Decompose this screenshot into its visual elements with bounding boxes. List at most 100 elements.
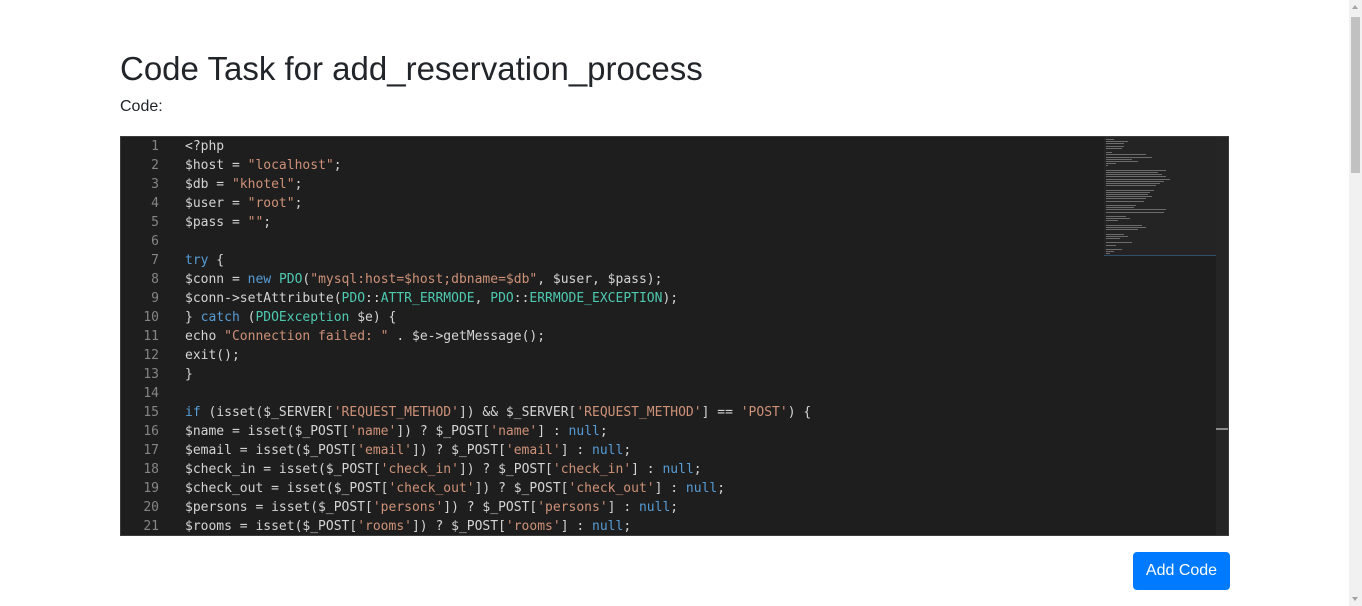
- code-token: "khotel": [231, 177, 295, 192]
- code-token: }: [185, 310, 201, 325]
- code-editor[interactable]: 1 <?php 2 $host = "localhost"; 3 $db = "khote…: [120, 136, 1229, 536]
- page-scrollbar-thumb[interactable]: [1351, 17, 1360, 173]
- code-line[interactable]: 18 $check_in = isset($_POST['check_in']) …: [121, 460, 1217, 479]
- code-line[interactable]: 19 $check_out = isset($_POST['check_out']…: [121, 479, 1217, 498]
- code-line[interactable]: 1 <?php: [121, 137, 1217, 156]
- code-text[interactable]: $user = "root";: [159, 194, 1217, 213]
- code-line[interactable]: 20 $persons = isset($_POST['persons']) ? …: [121, 498, 1217, 517]
- code-line[interactable]: 6: [121, 232, 1217, 251]
- code-line[interactable]: 4 $user = "root";: [121, 194, 1217, 213]
- code-token: );: [662, 291, 679, 306]
- minimap-line: [1106, 183, 1160, 184]
- minimap-line: [1106, 233, 1124, 235]
- code-token: ;: [717, 481, 726, 496]
- code-token: ] :: [537, 424, 569, 439]
- code-token: 'rooms': [505, 519, 561, 534]
- code-text[interactable]: $persons = isset($_POST['persons']) ? $_…: [159, 498, 1217, 517]
- minimap-line: [1106, 154, 1146, 156]
- page-scrollbar[interactable]: [1349, 0, 1362, 606]
- minimap-line: [1106, 147, 1122, 149]
- code-token: ] :: [560, 519, 593, 534]
- code-token: ;: [693, 462, 702, 477]
- code-token: 'check_out': [388, 481, 475, 496]
- code-text[interactable]: <?php: [159, 137, 1217, 156]
- code-token: (isset($_SERVER[: [200, 405, 334, 420]
- add-code-button[interactable]: Add Code: [1133, 552, 1230, 590]
- code-token: }: [185, 367, 193, 382]
- code-token: ]) ? $_POST[: [411, 443, 506, 458]
- minimap-line: [1106, 152, 1112, 154]
- code-line[interactable]: 7 try {: [121, 251, 1217, 270]
- code-text[interactable]: $host = "localhost";: [159, 156, 1217, 175]
- code-token: ]) ? $_POST[: [458, 462, 553, 477]
- code-lines[interactable]: 1 <?php 2 $host = "localhost"; 3 $db = "khote…: [121, 137, 1217, 535]
- code-token: if: [185, 405, 201, 420]
- code-text[interactable]: $name = isset($_POST['name']) ? $_POST['…: [159, 422, 1217, 441]
- line-number: 8: [151, 272, 159, 287]
- minimap-line: [1106, 145, 1124, 147]
- minimap-line: [1106, 169, 1166, 171]
- code-line[interactable]: 15 if (isset($_SERVER['REQUEST_METHOD']) …: [121, 403, 1217, 422]
- code-text[interactable]: echo "Connection failed: " . $e->getMess…: [159, 327, 1217, 346]
- code-text[interactable]: exit();: [159, 346, 1217, 365]
- code-text[interactable]: $conn = new PDO("mysql:host=$host;dbname…: [159, 270, 1217, 289]
- code-token: "Connection failed: ": [224, 329, 389, 344]
- editor-minimap[interactable]: [1104, 137, 1216, 256]
- code-text[interactable]: $rooms = isset($_POST['rooms']) ? $_POST…: [159, 517, 1217, 535]
- code-text[interactable]: [159, 232, 1217, 251]
- code-text[interactable]: } catch (PDOException $e) {: [159, 308, 1217, 327]
- line-number: 13: [143, 367, 159, 382]
- code-token: ] :: [560, 443, 593, 458]
- code-token: PDO: [341, 291, 366, 306]
- minimap-line: [1106, 165, 1108, 167]
- code-token: ]) && $_SERVER[: [458, 405, 577, 420]
- code-token: ::: [365, 291, 381, 306]
- code-text[interactable]: if (isset($_SERVER['REQUEST_METHOD']) &&…: [159, 403, 1217, 422]
- code-token: ;: [623, 519, 632, 534]
- code-line[interactable]: 14: [121, 384, 1217, 403]
- line-number: 11: [143, 329, 159, 344]
- minimap-line: [1106, 189, 1154, 191]
- code-line[interactable]: 12 exit();: [121, 346, 1217, 365]
- code-line[interactable]: 5 $pass = "";: [121, 213, 1217, 232]
- code-token: 'persons': [372, 500, 444, 515]
- code-line[interactable]: 17 $email = isset($_POST['email']) ? $_PO…: [121, 441, 1217, 460]
- code-token: null: [662, 462, 694, 477]
- code-token: ;: [333, 158, 342, 173]
- code-line[interactable]: 3 $db = "khotel";: [121, 175, 1217, 194]
- code-text[interactable]: $db = "khotel";: [159, 175, 1217, 194]
- code-text[interactable]: [159, 384, 1217, 403]
- code-token: echo: [185, 329, 225, 344]
- minimap-line: [1106, 235, 1128, 237]
- code-text[interactable]: $check_out = isset($_POST['check_out']) …: [159, 479, 1217, 498]
- scroll-down-arrow-icon[interactable]: [1352, 597, 1358, 601]
- code-text[interactable]: }: [159, 365, 1217, 384]
- code-text[interactable]: $check_in = isset($_POST['check_in']) ? …: [159, 460, 1217, 479]
- code-text[interactable]: $email = isset($_POST['email']) ? $_POST…: [159, 441, 1217, 460]
- code-line[interactable]: 11 echo "Connection failed: " . $e->getMe…: [121, 327, 1217, 346]
- code-token: 'rooms': [357, 519, 412, 534]
- line-number: 2: [151, 158, 159, 173]
- code-line[interactable]: 9 $conn->setAttribute(PDO::ATTR_ERRMODE, …: [121, 289, 1217, 308]
- minimap-line: [1106, 216, 1126, 217]
- code-line[interactable]: 21 $rooms = isset($_POST['rooms']) ? $_PO…: [121, 517, 1217, 535]
- code-token: $email = isset($_POST[: [185, 443, 358, 458]
- code-token: ;: [599, 424, 608, 439]
- code-token: ,: [474, 291, 491, 306]
- minimap-line: [1106, 224, 1142, 226]
- code-line[interactable]: 13}: [121, 365, 1217, 384]
- code-text[interactable]: $pass = "";: [159, 213, 1217, 232]
- code-token: ERRMODE_EXCEPTION: [529, 291, 663, 306]
- code-line[interactable]: 16 $name = isset($_POST['name']) ? $_POST…: [121, 422, 1217, 441]
- scroll-up-arrow-icon[interactable]: [1352, 5, 1358, 9]
- editor-scrollbar[interactable]: [1216, 137, 1228, 535]
- code-line[interactable]: 2 $host = "localhost";: [121, 156, 1217, 175]
- code-token: null: [638, 500, 671, 515]
- code-token: 'name': [490, 424, 538, 439]
- line-number: 20: [143, 500, 159, 515]
- code-line[interactable]: 10} catch (PDOException $e) {: [121, 308, 1217, 327]
- code-line[interactable]: 8 $conn = new PDO("mysql:host=$host;dbnam…: [121, 270, 1217, 289]
- code-text[interactable]: try {: [159, 251, 1217, 270]
- code-text[interactable]: $conn->setAttribute(PDO::ATTR_ERRMODE, P…: [159, 289, 1217, 308]
